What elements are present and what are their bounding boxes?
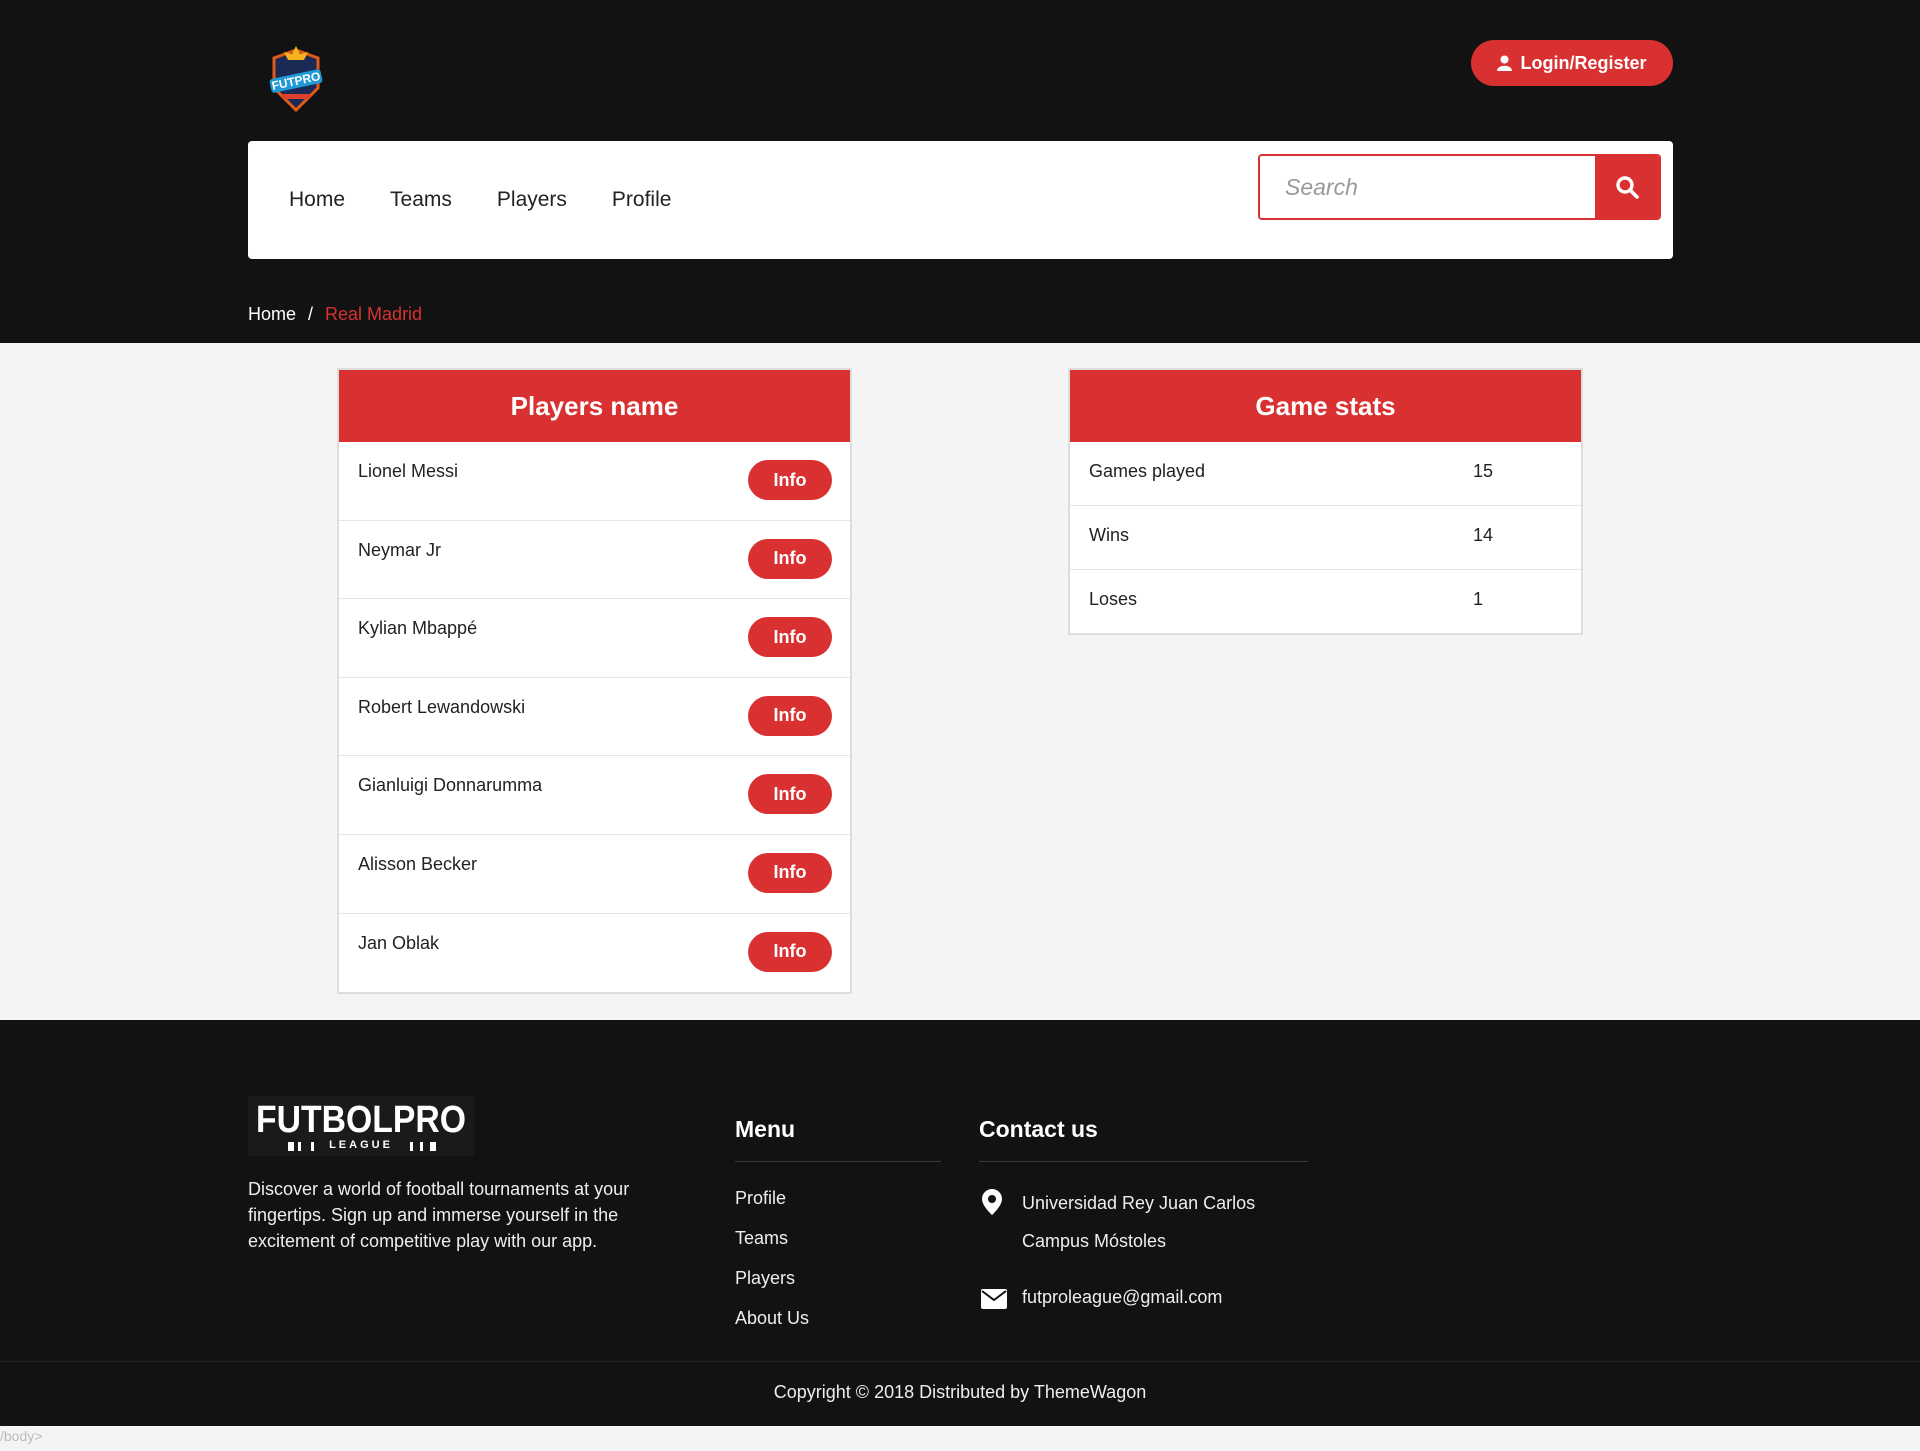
search-box xyxy=(1258,154,1661,220)
stat-value: 1 xyxy=(1473,589,1484,609)
footer-link-profile[interactable]: Profile xyxy=(735,1185,809,1211)
futpro-logo[interactable]: FUTPRO xyxy=(266,44,326,118)
footer-link-about-us[interactable]: About Us xyxy=(735,1305,809,1331)
stray-body-tag-text: /body> xyxy=(0,1428,43,1444)
player-row: Kylian Mbappé Info xyxy=(339,599,850,678)
stat-row: Wins 14 xyxy=(1070,506,1581,570)
map-pin-icon xyxy=(982,1189,1002,1215)
player-info-button[interactable]: Info xyxy=(748,460,832,500)
footer-contact-title: Contact us xyxy=(979,1116,1098,1142)
player-info-button[interactable]: Info xyxy=(748,695,832,736)
header: FUTPRO Login/Register Home Teams Players… xyxy=(0,0,1920,343)
game-stats-card: Game stats Games played 15 Wins 14 Loses… xyxy=(1068,368,1583,635)
stat-label: Wins xyxy=(1089,525,1129,545)
login-register-button[interactable]: Login/Register xyxy=(1471,40,1673,86)
player-name: Neymar Jr xyxy=(358,539,442,560)
player-name: Gianluigi Donnarumma xyxy=(358,775,543,796)
user-icon xyxy=(1497,55,1513,71)
player-info-button[interactable]: Info xyxy=(748,931,832,972)
nav-profile[interactable]: Profile xyxy=(612,188,672,212)
breadcrumb: Home / Real Madrid xyxy=(248,304,422,325)
breadcrumb-separator: / xyxy=(308,304,314,324)
player-row: Alisson Becker Info xyxy=(339,835,850,914)
footer-email[interactable]: futproleague@gmail.com xyxy=(1022,1287,1222,1308)
player-row: Lionel Messi Info xyxy=(339,442,850,521)
player-info-button[interactable]: Info xyxy=(748,538,832,579)
player-row: Neymar Jr Info xyxy=(339,521,850,600)
player-info-button[interactable]: Info xyxy=(748,617,832,658)
footer-logo-subtext: LEAGUE xyxy=(329,1139,393,1151)
player-row: Gianluigi Donnarumma Info xyxy=(339,756,850,835)
search-input[interactable] xyxy=(1260,156,1595,218)
envelope-icon xyxy=(981,1289,1007,1309)
stat-value: 15 xyxy=(1473,461,1494,481)
players-card-title: Players name xyxy=(339,370,850,442)
player-name: Kylian Mbappé xyxy=(358,618,478,639)
futbolpro-league-logo: FUTBOLPRO LEAGUE xyxy=(248,1096,474,1156)
stat-label: Games played xyxy=(1089,461,1206,481)
stat-value: 14 xyxy=(1473,525,1494,545)
navbar: Home Teams Players Profile xyxy=(248,141,1673,259)
nav-teams[interactable]: Teams xyxy=(390,188,452,212)
stat-label: Loses xyxy=(1089,589,1138,609)
player-name: Alisson Becker xyxy=(358,853,478,874)
copyright: Copyright © 2018 Distributed by ThemeWag… xyxy=(773,1382,1147,1402)
players-card: Players name Lionel Messi Info Neymar Jr… xyxy=(337,368,852,994)
nav-players[interactable]: Players xyxy=(497,188,567,212)
footer-menu-divider xyxy=(735,1161,941,1162)
footer-contact-divider xyxy=(979,1161,1308,1162)
footer-link-teams[interactable]: Teams xyxy=(735,1225,809,1251)
footer-logo-text: FUTBOLPRO xyxy=(256,1099,466,1141)
footer-description: Discover a world of football tournaments… xyxy=(248,1179,630,1251)
footer-address-line2: Campus Móstoles xyxy=(1022,1231,1167,1251)
nav-home[interactable]: Home xyxy=(289,188,345,212)
footer: FUTBOLPRO LEAGUE Discover a world of foo… xyxy=(0,1020,1920,1426)
login-register-label: Login/Register xyxy=(1520,52,1647,73)
footer-link-players[interactable]: Players xyxy=(735,1265,809,1291)
player-name: Jan Oblak xyxy=(358,932,440,953)
player-name: Lionel Messi xyxy=(358,461,459,481)
footer-menu: Profile Teams Players About Us xyxy=(735,1185,809,1331)
player-info-button[interactable]: Info xyxy=(748,774,832,815)
footer-address-line1: Universidad Rey Juan Carlos xyxy=(1022,1193,1256,1213)
breadcrumb-home[interactable]: Home xyxy=(248,304,296,325)
player-info-button[interactable]: Info xyxy=(748,852,832,893)
game-stats-title: Game stats xyxy=(1070,370,1581,442)
search-icon xyxy=(1616,176,1639,199)
search-button[interactable] xyxy=(1595,156,1659,218)
player-row: Jan Oblak Info xyxy=(339,914,850,993)
breadcrumb-current: Real Madrid xyxy=(325,304,423,324)
footer-divider xyxy=(0,1361,1920,1362)
stat-row: Games played 15 xyxy=(1070,442,1581,506)
nav-links: Home Teams Players Profile xyxy=(289,141,671,259)
footer-menu-title: Menu xyxy=(735,1116,796,1142)
player-row: Robert Lewandowski Info xyxy=(339,678,850,757)
stat-row: Loses 1 xyxy=(1070,570,1581,634)
player-name: Robert Lewandowski xyxy=(358,696,526,717)
